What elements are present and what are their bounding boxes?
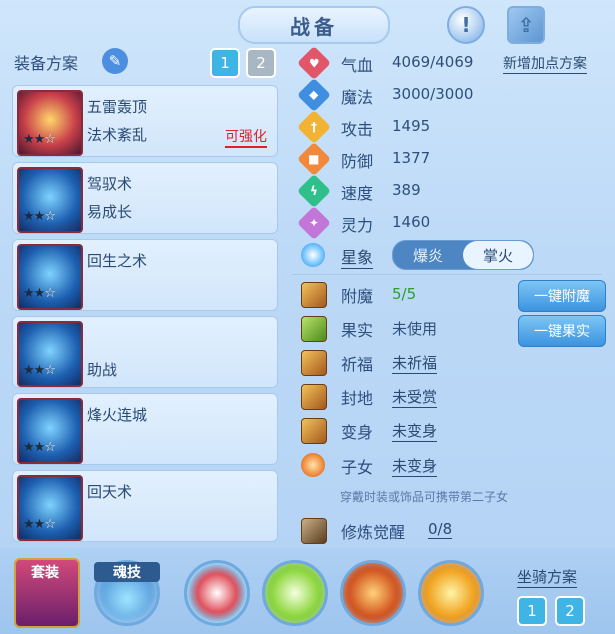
star-rating: ★★☆ (23, 209, 56, 224)
transform-icon (301, 418, 327, 444)
shield-icon: ■ (297, 142, 331, 176)
stat-label-speed: 速度 (341, 184, 374, 203)
enchant-label: 附魔 (341, 287, 374, 306)
mount-plan-button-2[interactable]: 2 (555, 596, 585, 626)
skill-name: 回天术 (87, 483, 133, 501)
skill-name: 五雷轰顶 (87, 98, 148, 116)
child-value[interactable]: 未变身 (392, 455, 438, 477)
star-sign-label[interactable]: 星象 (341, 244, 374, 269)
skill-name: 回生之术 (87, 252, 148, 270)
add-points-link[interactable]: 新增加点方案 (503, 53, 587, 74)
equipment-plan-heading: 装备方案 (14, 54, 79, 73)
blessing-label: 祈福 (341, 355, 374, 374)
fief-icon (301, 384, 327, 410)
star-rating: ★★☆ (23, 440, 56, 455)
stat-value-speed: 389 (392, 181, 421, 199)
equipment-card-5[interactable]: ★★☆ 烽火连城 (12, 393, 278, 465)
fruit-all-button[interactable]: 一键果实 (518, 315, 606, 347)
stat-label-spirit: 灵力 (341, 216, 374, 235)
plan-button-1[interactable]: 1 (210, 48, 240, 78)
star-rating: ★★☆ (23, 286, 56, 301)
skill-name: 驾驭术 (87, 175, 133, 193)
child-note: 穿戴时装或饰品可携带第二子女 (340, 490, 509, 504)
mount-plan-link[interactable]: 坐骑方案 (517, 566, 578, 588)
equipment-card-6[interactable]: ★★☆ 回天术 (12, 470, 278, 542)
child-icon (301, 453, 325, 477)
star-sign-option-2[interactable]: 掌火 (463, 241, 533, 269)
fruit-icon (301, 316, 327, 342)
stat-label-defense: 防御 (341, 152, 374, 171)
blessing-value[interactable]: 未祈福 (392, 352, 438, 374)
equipment-card-1[interactable]: ★★☆ 五雷轰顶 法术紊乱 可强化 (12, 85, 278, 157)
edit-pen-icon[interactable]: ✎ (102, 48, 128, 74)
info-icon[interactable]: ! (447, 6, 485, 44)
lightning-icon: ϟ (297, 174, 331, 208)
skill-name: 助战 (87, 361, 118, 379)
equipment-card-3[interactable]: ★★☆ 回生之术 (12, 239, 278, 311)
skill-orb-3[interactable] (340, 560, 406, 626)
magic-icon: ◆ (297, 78, 331, 112)
skill-name: 易成长 (87, 203, 133, 221)
star-sign-icon (301, 243, 325, 267)
enchant-all-button[interactable]: 一键附魔 (518, 280, 606, 312)
transform-value[interactable]: 未变身 (392, 420, 438, 442)
star-rating: ★★☆ (23, 363, 56, 378)
skill-orb-4[interactable] (418, 560, 484, 626)
sword-icon: † (297, 110, 331, 144)
divider (292, 274, 602, 275)
star-sign-toggle[interactable]: 爆炎 掌火 (392, 240, 534, 270)
child-label: 子女 (341, 458, 374, 477)
stat-label-attack: 攻击 (341, 120, 374, 139)
stat-value-attack: 1495 (392, 117, 431, 135)
equipment-card-4[interactable]: ★★☆ 助战 (12, 316, 278, 388)
star-rating: ★★☆ (23, 517, 56, 532)
skill-name: 烽火连城 (87, 406, 148, 424)
suit-label: 套装 (31, 565, 59, 581)
star-rating: ★★☆ (23, 132, 56, 147)
stat-label-hp: 气血 (341, 56, 374, 75)
stat-value-mp: 3000/3000 (392, 85, 474, 103)
soul-skill-label: 魂技 (94, 562, 160, 582)
star-sign-option-1[interactable]: 爆炎 (393, 241, 463, 269)
fief-label: 封地 (341, 389, 374, 408)
page-title-banner: 战备 (238, 6, 390, 44)
enchant-value: 5/5 (392, 285, 417, 303)
fief-value[interactable]: 未受赏 (392, 386, 438, 408)
skill-name: 法术紊乱 (87, 126, 148, 144)
stat-value-hp: 4069/4069 (392, 53, 474, 71)
mount-plan-button-1[interactable]: 1 (517, 596, 547, 626)
page-title: 战备 (290, 14, 338, 39)
blessing-icon (301, 350, 327, 376)
fruit-label: 果实 (341, 321, 374, 340)
cultivation-value[interactable]: 0/8 (428, 520, 453, 539)
share-icon[interactable]: ⇪ (507, 6, 545, 44)
equipment-card-2[interactable]: ★★☆ 驾驭术 易成长 (12, 162, 278, 234)
spirit-icon: ✦ (297, 206, 331, 240)
cultivation-label: 修炼觉醒 (341, 523, 406, 542)
cultivation-icon (301, 518, 327, 544)
enchant-icon (301, 282, 327, 308)
stat-label-mp: 魔法 (341, 88, 374, 107)
transform-label: 变身 (341, 423, 374, 442)
skill-orb-2[interactable] (262, 560, 328, 626)
skill-orb-1[interactable] (184, 560, 250, 626)
upgradable-link[interactable]: 可强化 (225, 126, 267, 148)
plan-button-2[interactable]: 2 (246, 48, 276, 78)
stat-value-spirit: 1460 (392, 213, 431, 231)
stat-value-defense: 1377 (392, 149, 431, 167)
heart-icon: ♥ (297, 46, 331, 80)
fruit-value: 未使用 (392, 320, 438, 338)
